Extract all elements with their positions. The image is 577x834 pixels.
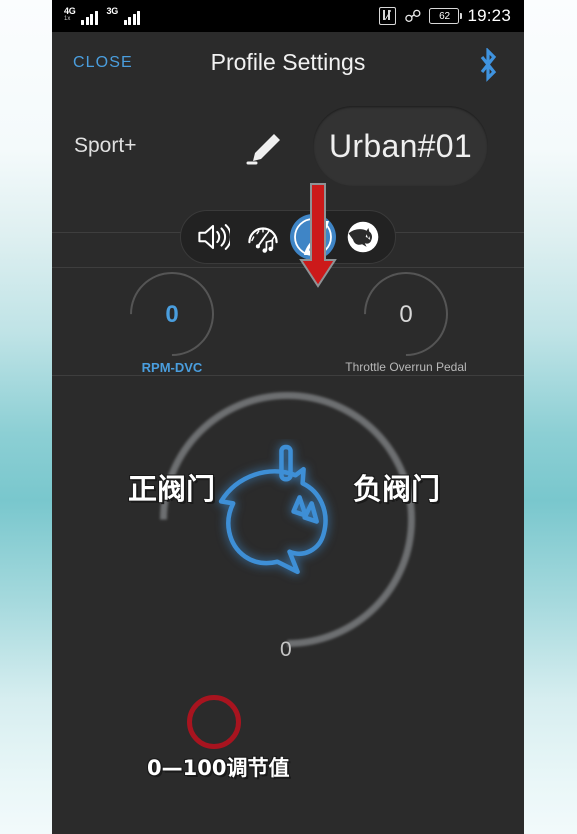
pencil-icon[interactable] [244, 128, 286, 170]
main-gauge[interactable] [107, 339, 468, 700]
bluetooth-icon: ☍ [404, 6, 422, 26]
speaker-volume-icon [198, 224, 230, 250]
gauges-row: 0 RPM-DVC 0 Throttle Overrun Pedal [52, 254, 524, 376]
annotation-positive-valve: 正阀门 [128, 472, 216, 506]
gauge-music-note-icon [248, 227, 278, 253]
panther-head-icon [347, 221, 379, 253]
clock: 19:23 [467, 6, 511, 25]
panther-head-icon-large [218, 444, 328, 575]
page-title: Profile Settings [210, 49, 366, 75]
gauge-rpm-dvc[interactable]: 0 RPM-DVC [112, 254, 232, 375]
signal-bars-1 [81, 10, 98, 25]
phone-screen: 4G 1x 3G ☍ 62 19:23 CLOSE Profile Settin… [52, 0, 524, 834]
gauge-caption: RPM-DVC [141, 360, 203, 375]
gauge-caption: Throttle Overrun Pedal [345, 360, 467, 374]
gauge-value: 0 [399, 301, 413, 328]
gauge-throttle-overrun[interactable]: 0 Throttle Overrun Pedal [345, 254, 467, 374]
profile-name-value: Urban#01 [329, 127, 472, 164]
tab-bar [52, 206, 524, 268]
status-bar-right: ☍ 62 19:23 [379, 0, 511, 32]
tab-sound[interactable] [190, 214, 236, 260]
tab-panther[interactable] [340, 214, 386, 260]
status-bar-left: 4G 1x 3G [64, 0, 140, 32]
status-bar: 4G 1x 3G ☍ 62 19:23 [52, 0, 524, 32]
app-header: CLOSE Profile Settings [52, 32, 524, 98]
tab-rpm-music[interactable] [240, 214, 286, 260]
signal-bars-icon-2: 3G [106, 6, 140, 25]
signal-bars-2 [123, 10, 140, 25]
main-gauge-section: 0 [52, 339, 524, 700]
signal-bars-icon-1: 4G 1x [64, 7, 98, 25]
mode-label: Sport+ [74, 134, 137, 157]
nfc-icon [379, 7, 397, 25]
annotation-adjust-range: 0—100调节值 [147, 756, 290, 780]
profile-name-field[interactable]: Urban#01 [313, 106, 488, 186]
network-type-2: 3G [106, 6, 119, 16]
network-sub-1: 1x [64, 16, 71, 22]
annotation-negative-valve: 负阀门 [353, 472, 441, 506]
tab-pill-group [180, 210, 396, 264]
red-highlight-circle [187, 695, 241, 749]
profile-row: Sport+ Urban#01 [52, 98, 524, 206]
gauge-value: 0 [165, 301, 179, 328]
main-gauge-value: 0 [280, 638, 292, 661]
red-down-arrow [299, 183, 337, 288]
battery-icon: 62 [429, 8, 463, 24]
battery-percent: 62 [439, 10, 450, 22]
bluetooth-icon-header[interactable] [475, 48, 501, 82]
network-type-1: 4G [64, 6, 76, 16]
